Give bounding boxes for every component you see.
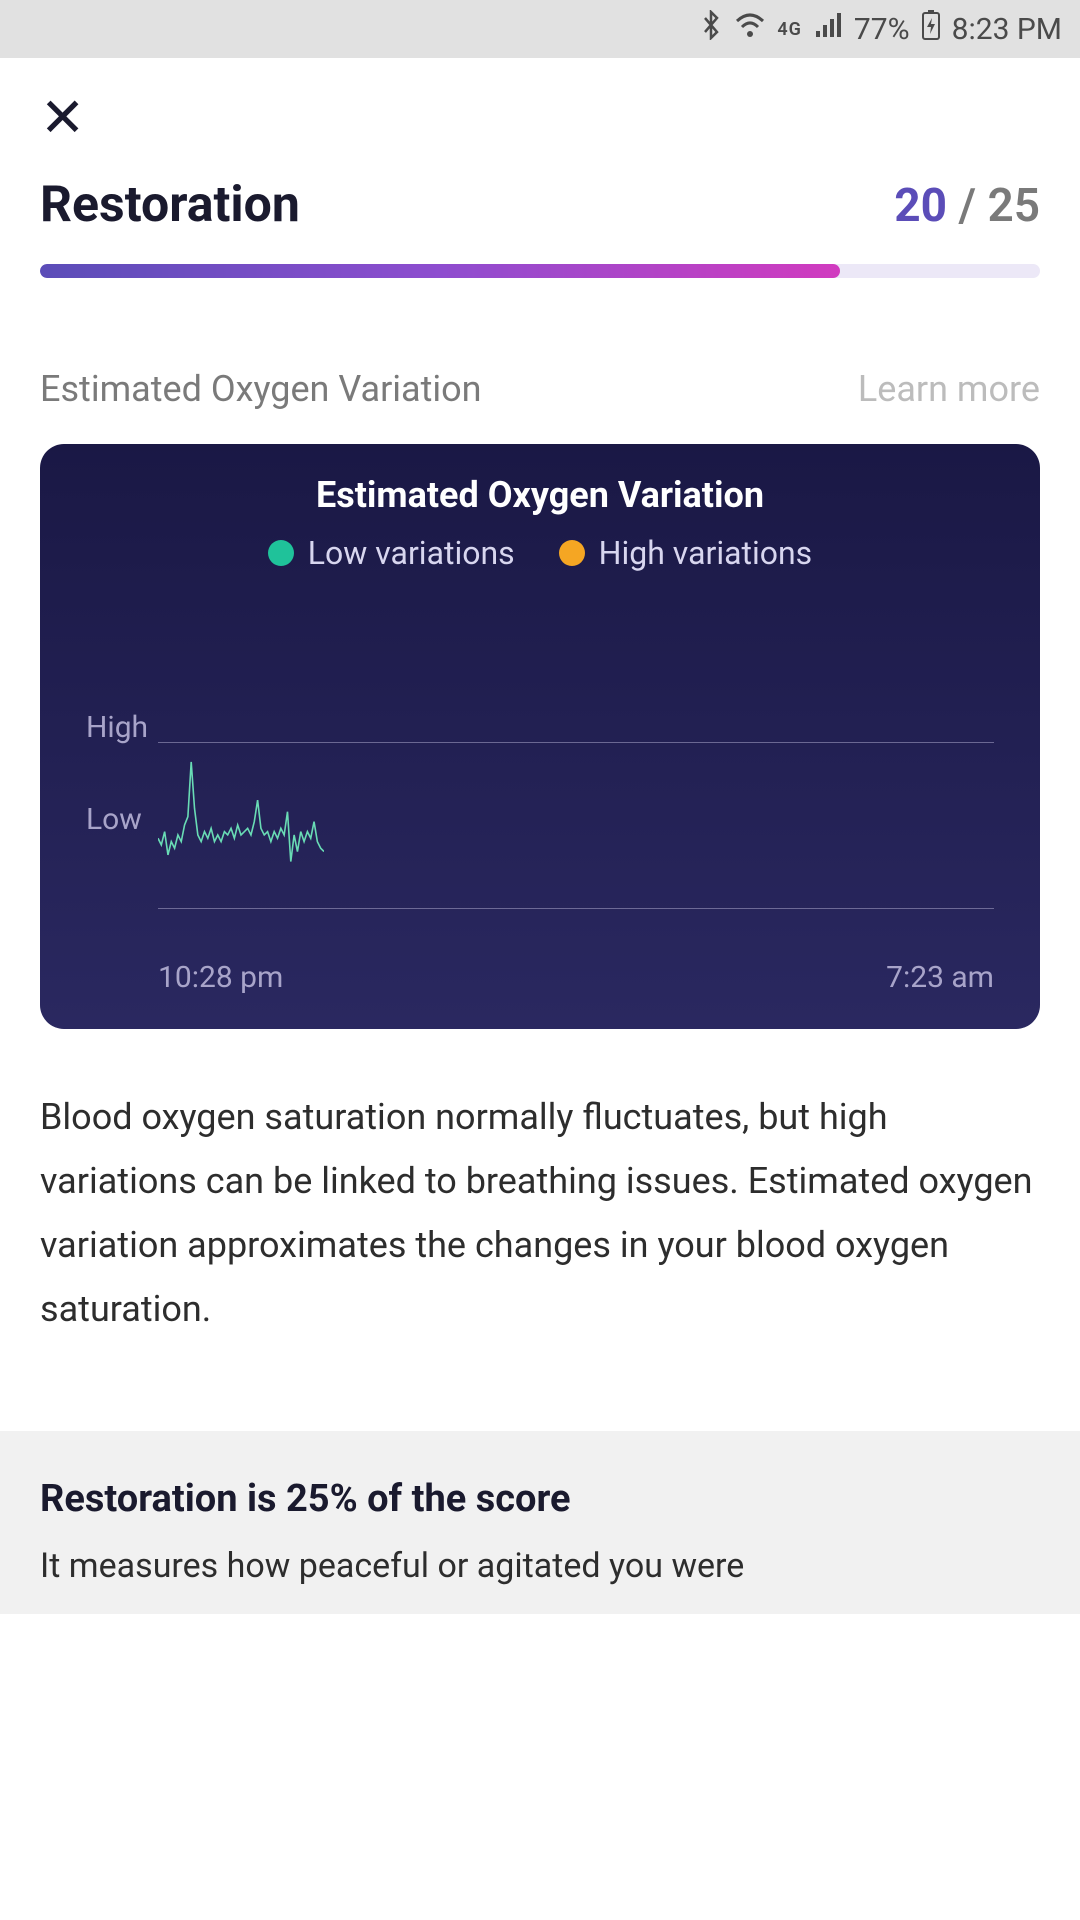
legend-dot-low-icon xyxy=(268,540,294,566)
network-type-label: 4G xyxy=(777,19,802,40)
wifi-icon xyxy=(735,12,765,47)
battery-charging-icon xyxy=(922,10,940,48)
legend-high: High variations xyxy=(559,534,813,572)
chart-line xyxy=(158,742,324,908)
battery-percent: 77% xyxy=(854,12,910,47)
y-tick-low: Low xyxy=(86,802,142,837)
x-start-label: 10:28 pm xyxy=(158,960,283,995)
description-text: Blood oxygen saturation normally fluctua… xyxy=(0,1029,1080,1431)
chart-title: Estimated Oxygen Variation xyxy=(40,474,1040,516)
y-tick-high: High xyxy=(86,710,148,745)
legend-low-label: Low variations xyxy=(308,534,515,572)
page-title: Restoration xyxy=(40,176,300,234)
progress-fill xyxy=(40,264,840,278)
gridline-low xyxy=(158,908,994,909)
legend-dot-high-icon xyxy=(559,540,585,566)
footer-heading: Restoration is 25% of the score xyxy=(40,1477,1040,1521)
chart-plot-area: High Low xyxy=(40,602,1040,942)
progress-bar xyxy=(40,264,1040,278)
legend-low: Low variations xyxy=(268,534,515,572)
learn-more-link[interactable]: Learn more xyxy=(858,368,1040,410)
score-display: 20 / 25 xyxy=(894,179,1040,233)
legend-high-label: High variations xyxy=(599,534,813,572)
chart-x-axis: 10:28 pm 7:23 am xyxy=(40,942,1040,995)
x-end-label: 7:23 am xyxy=(886,960,994,995)
oxygen-variation-chart-card: Estimated Oxygen Variation Low variation… xyxy=(40,444,1040,1029)
footer-section: Restoration is 25% of the score It measu… xyxy=(0,1431,1080,1613)
footer-body: It measures how peaceful or agitated you… xyxy=(40,1539,1040,1593)
chart-legend: Low variations High variations xyxy=(40,534,1040,572)
section-label: Estimated Oxygen Variation xyxy=(40,368,482,410)
status-time: 8:23 PM xyxy=(952,12,1062,47)
score-max: 25 xyxy=(987,179,1040,233)
score-sep: / xyxy=(947,179,987,233)
score-current: 20 xyxy=(894,179,947,233)
bluetooth-icon xyxy=(699,10,723,48)
close-icon[interactable]: ✕ xyxy=(40,92,85,146)
status-bar: 4G 77% 8:23 PM xyxy=(0,0,1080,58)
signal-icon xyxy=(814,12,842,47)
